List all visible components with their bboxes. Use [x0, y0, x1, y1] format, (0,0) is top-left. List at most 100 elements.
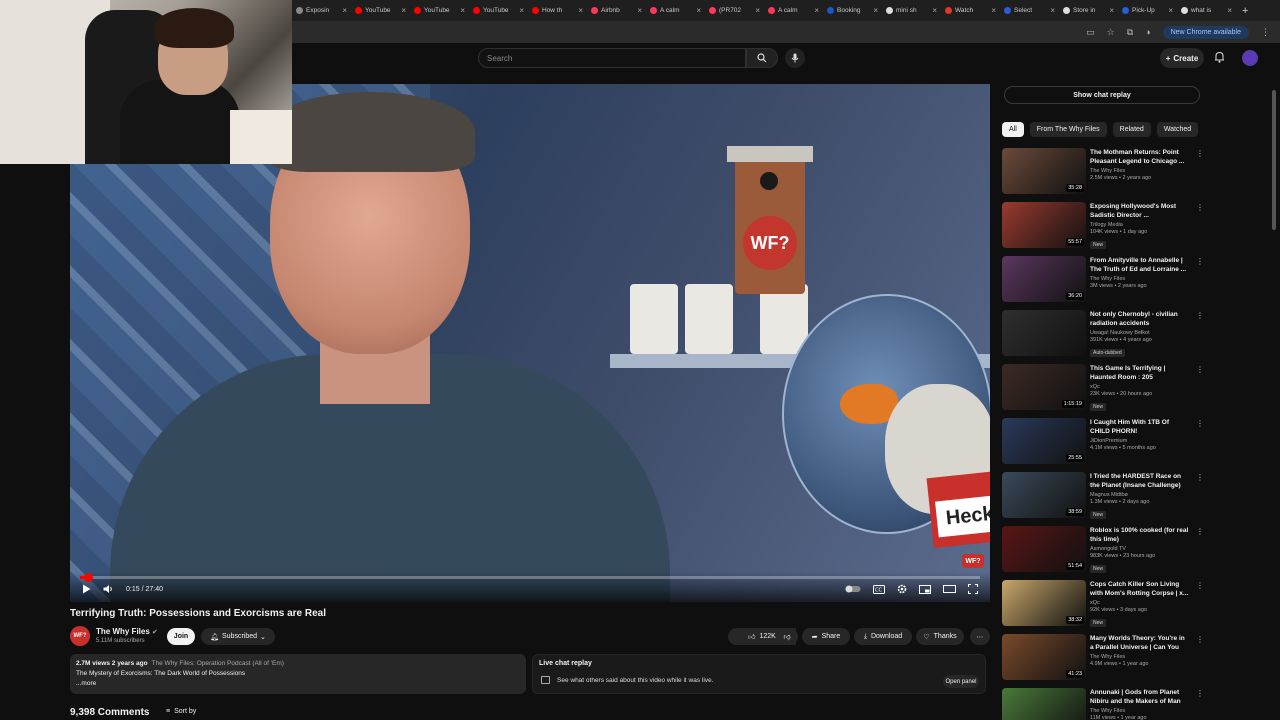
recommendation-channel[interactable]: Magnus Midtbø [1090, 492, 1190, 498]
recommendation-channel[interactable]: The Why Files [1090, 168, 1190, 174]
browser-tab[interactable]: Exposin × [292, 0, 351, 21]
more-vertical-icon[interactable]: ⋮ [1196, 419, 1204, 428]
tab-close-icon[interactable]: × [1050, 6, 1055, 15]
volume-icon[interactable] [103, 584, 114, 594]
recommendation-item[interactable]: 36:20 From Amityville to Annabelle | The… [1002, 254, 1204, 308]
more-vertical-icon[interactable]: ⋮ [1196, 257, 1204, 266]
filter-chip[interactable]: Watched [1156, 122, 1199, 137]
recommendation-item[interactable]: 25:55 I Caught Him With 1TB Of CHILD PHO… [1002, 416, 1204, 470]
theater-mode-icon[interactable] [943, 585, 956, 593]
bookmark-star-icon[interactable]: ☆ [1107, 27, 1115, 38]
tab-close-icon[interactable]: × [755, 6, 760, 15]
video-thumbnail[interactable]: 41:23 [1002, 634, 1086, 680]
video-thumbnail[interactable]: 25:55 [1002, 418, 1086, 464]
search-button[interactable] [746, 48, 778, 68]
video-thumbnail[interactable]: 38:32 [1002, 580, 1086, 626]
tab-close-icon[interactable]: × [1168, 6, 1173, 15]
recommendation-item[interactable]: 55:57 Exposing Hollywood's Most Sadistic… [1002, 200, 1204, 254]
browser-tab[interactable]: mini sh × [882, 0, 941, 21]
browser-tab[interactable]: Select × [1000, 0, 1059, 21]
recommendation-title[interactable]: This Game Is Terrifying | Haunted Room :… [1090, 364, 1190, 382]
recommendation-item[interactable]: 41:23 Many Worlds Theory: You're in a Pa… [1002, 632, 1204, 686]
recommendation-title[interactable]: Not only Chernobyl - civilian radiation … [1090, 310, 1190, 328]
tab-close-icon[interactable]: × [991, 6, 996, 15]
recommendation-channel[interactable]: Uwaga! Naukowy Bełkot [1090, 330, 1190, 336]
browser-tab[interactable]: Pick-Up × [1118, 0, 1177, 21]
sort-by-button[interactable]: ≡ Sort by [166, 708, 196, 715]
more-vertical-icon[interactable]: ⋮ [1196, 149, 1204, 158]
recommendation-item[interactable]: 1:15:19 This Game Is Terrifying | Haunte… [1002, 362, 1204, 416]
recommendation-title[interactable]: I Tried the HARDEST Race on the Planet (… [1090, 472, 1190, 490]
recommendation-title[interactable]: I Caught Him With 1TB Of CHILD PHORN! [1090, 418, 1190, 436]
description-link[interactable]: The Why Files: Operation Podcast (All of… [152, 660, 284, 667]
join-button[interactable]: Join [167, 628, 195, 645]
tab-close-icon[interactable]: × [1109, 6, 1114, 15]
subscribed-button[interactable]: 🔔︎ Subscribed ⌄ [201, 628, 275, 645]
filter-chip[interactable]: From The Why Files [1029, 122, 1107, 137]
autoplay-toggle-icon[interactable] [845, 585, 861, 593]
browser-tab[interactable]: Watch × [941, 0, 1000, 21]
more-vertical-icon[interactable]: ⋮ [1196, 689, 1204, 698]
browser-tab[interactable]: Booking × [823, 0, 882, 21]
video-thumbnail[interactable]: 51:54 [1002, 526, 1086, 572]
account-avatar[interactable] [1242, 50, 1258, 66]
more-vertical-icon[interactable]: ⋮ [1196, 527, 1204, 536]
new-tab-button[interactable]: + [1242, 5, 1248, 17]
video-thumbnail[interactable]: 38:59 [1002, 472, 1086, 518]
recommendation-title[interactable]: From Amityville to Annabelle | The Truth… [1090, 256, 1190, 274]
cast-icon[interactable]: ▭ [1086, 27, 1095, 38]
channel-avatar[interactable]: WF? [70, 626, 90, 646]
recommendation-item[interactable]: 51:54 Roblox is 100% cooked (for real th… [1002, 524, 1204, 578]
recommendation-title[interactable]: Cops Catch Killer Son Living with Mom's … [1090, 580, 1190, 598]
recommendation-item[interactable]: Not only Chernobyl - civilian radiation … [1002, 308, 1204, 362]
browser-tab[interactable]: A calm × [764, 0, 823, 21]
video-thumbnail[interactable]: 35:28 [1002, 148, 1086, 194]
description-more[interactable]: ...more [76, 679, 520, 689]
open-panel-button[interactable]: Open panel [943, 675, 979, 688]
chrome-update-button[interactable]: New Chrome available [1162, 25, 1249, 39]
dislike-button[interactable]: 👎︎ [776, 628, 798, 645]
browser-tab[interactable]: YouTube × [410, 0, 469, 21]
browser-tab[interactable]: YouTube × [469, 0, 528, 21]
tab-close-icon[interactable]: × [460, 6, 465, 15]
extensions-icon[interactable]: ⧉ [1127, 27, 1133, 38]
browser-tab[interactable]: How th × [528, 0, 587, 21]
recommendation-channel[interactable]: The Why Files [1090, 708, 1190, 714]
video-thumbnail[interactable] [1002, 310, 1086, 356]
thanks-button[interactable]: ♡ Thanks [916, 628, 964, 645]
video-thumbnail[interactable]: 36:20 [1002, 256, 1086, 302]
tab-close-icon[interactable]: × [637, 6, 642, 15]
miniplayer-icon[interactable] [919, 584, 931, 594]
recommendation-channel[interactable]: The Why Files [1090, 276, 1190, 282]
recommendation-item[interactable]: 38:59 I Tried the HARDEST Race on the Pl… [1002, 470, 1204, 524]
recommendation-channel[interactable]: JiDionPremium [1090, 438, 1190, 444]
play-icon[interactable] [82, 584, 91, 594]
more-vertical-icon[interactable]: ⋮ [1196, 365, 1204, 374]
recommendation-channel[interactable]: xQc [1090, 384, 1190, 390]
tab-close-icon[interactable]: × [519, 6, 524, 15]
page-scrollbar[interactable] [1272, 90, 1276, 230]
captions-icon[interactable]: CC [873, 584, 885, 594]
more-actions-button[interactable]: ⋯ [970, 628, 990, 645]
download-button[interactable]: ⤓ Download [854, 628, 912, 645]
more-vertical-icon[interactable]: ⋮ [1196, 581, 1204, 590]
tab-close-icon[interactable]: × [1227, 6, 1232, 15]
filter-chip[interactable]: Related [1112, 122, 1151, 137]
channel-watermark[interactable]: WF? [962, 554, 984, 568]
browser-tab[interactable]: what is × [1177, 0, 1236, 21]
progress-bar[interactable] [80, 573, 980, 582]
tab-close-icon[interactable]: × [814, 6, 819, 15]
notifications-bell-icon[interactable] [1214, 51, 1225, 63]
recommendation-channel[interactable]: xQc [1090, 600, 1190, 606]
share-button[interactable]: ➦ Share [802, 628, 850, 645]
tab-close-icon[interactable]: × [342, 6, 347, 15]
recommendation-channel[interactable]: The Why Files [1090, 654, 1190, 660]
recommendation-channel[interactable]: Asmongold TV [1090, 546, 1190, 552]
menu-kebab-icon[interactable]: ⋮ [1261, 27, 1270, 38]
more-vertical-icon[interactable]: ⋮ [1196, 203, 1204, 212]
search-input[interactable]: Search [478, 48, 746, 68]
more-vertical-icon[interactable]: ⋮ [1196, 635, 1204, 644]
profile-icon[interactable]: ◑ [1145, 27, 1150, 37]
channel-name[interactable]: The Why Files ✔ [96, 627, 158, 636]
recommendation-item[interactable]: 35:28 The Mothman Returns: Point Pleasan… [1002, 146, 1204, 200]
